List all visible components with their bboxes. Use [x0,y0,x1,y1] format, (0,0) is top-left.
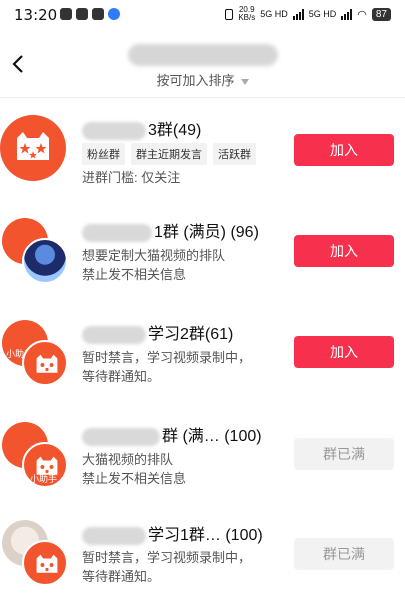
chat-notification-icon [76,8,88,20]
group-row[interactable]: 1群 (满员) (96) 想要定制大猫视频的排队 禁止发不相关信息 加入 [0,200,405,300]
net-speed: 20.9 KB/s [238,5,256,22]
vibrate-icon [225,8,234,20]
tag: 活跃群 [213,143,256,165]
group-desc: 大猫视频的排队 禁止发不相关信息 [82,452,187,486]
status-right: 20.9 KB/s 5G HD 5G HD ◠ 87 [225,6,391,22]
group-avatar [0,115,66,181]
tag-list: 粉丝群 群主近期发言 活跃群 [82,143,256,165]
group-name: 群 (满… (100) [82,422,262,446]
group-row[interactable]: 3群(49) 粉丝群 群主近期发言 活跃群 进群门槛: 仅关注 加入 [0,100,405,200]
assistant-badge: 小助手 [30,474,58,484]
group-row[interactable]: 小助手 群 (满… (100) 大猫视频的排队 禁止发不相关信息 群已满 [0,410,405,510]
group-name: 学习2群(61) [82,320,233,344]
join-button[interactable]: 加入 [294,336,394,368]
join-button[interactable]: 加入 [294,134,394,166]
caret-down-icon [240,78,249,85]
group-name: 1群 (满员) (96) [82,218,259,242]
group-full-button[interactable]: 群已满 [294,438,394,470]
camera-notification-icon [92,8,104,20]
group-name: 学习1群… (100) [82,521,263,545]
name-redacted [82,427,160,446]
page-title [0,44,405,71]
cat-face-icon [36,354,58,373]
group-row[interactable]: 小助手 学习2群(61) 暂时禁言，学习视频录制中， 等待群通知。 加入 [0,310,405,410]
notification-icons [60,8,120,20]
group-full-button[interactable]: 群已满 [294,538,394,570]
signal-icon-2 [341,8,353,20]
status-bar: 13:20 20.9 KB/s 5G HD 5G HD ◠ 87 [0,0,405,30]
battery-icon: 87 [371,7,391,21]
group-desc: 想要定制大猫视频的排队 禁止发不相关信息 [82,248,226,282]
net-label-2: 5G HD [308,9,337,19]
tag: 粉丝群 [82,143,125,165]
tag: 群主近期发言 [131,143,207,165]
baidu-notification-icon [108,8,120,20]
app-notification-icon [60,8,72,20]
name-redacted [82,121,146,140]
title-redacted [127,44,278,66]
sort-dropdown[interactable]: 按可加入排序 [0,70,405,89]
cat-face-icon [36,554,58,573]
member-avatar [22,238,68,284]
group-avatar: 小助手 [22,442,68,488]
group-desc: 暂时禁言，学习视频录制中， 等待群通知。 [82,350,252,384]
cat-face-icon [17,132,49,160]
header: 按可加入排序 [0,30,405,98]
wifi-icon: ◠ [357,8,367,21]
group-name: 3群(49) [82,116,201,140]
sort-label: 按可加入排序 [156,73,235,88]
join-button[interactable]: 加入 [294,235,394,267]
group-desc: 暂时禁言，学习视频录制中， 等待群通知。 [82,550,252,584]
group-avatar [22,340,68,386]
signal-icon [292,8,304,20]
name-redacted [82,223,152,242]
group-row[interactable]: 学习1群… (100) 暂时禁言，学习视频录制中， 等待群通知。 群已满 [0,510,405,607]
group-desc: 进群门槛: 仅关注 [82,170,181,185]
name-redacted [82,526,146,545]
name-redacted [82,325,146,344]
group-avatar [22,540,68,586]
status-time: 13:20 [14,6,58,24]
net-label-1: 5G HD [260,9,288,19]
